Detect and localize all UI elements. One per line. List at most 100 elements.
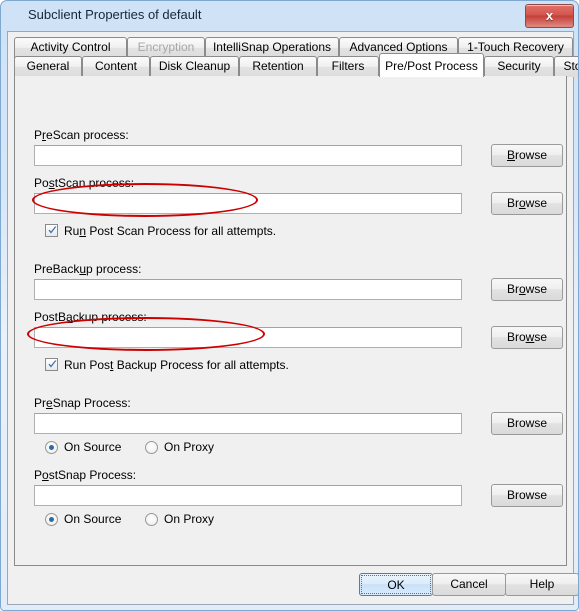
browse-text: Br xyxy=(506,282,519,296)
postscan-input[interactable] xyxy=(34,193,462,214)
postbackup-input[interactable] xyxy=(34,327,462,348)
tab-page-pre-post-process: PreScan process: Browse PostScan process… xyxy=(14,76,567,566)
tab-intellisnap-operations[interactable]: IntelliSnap Operations xyxy=(205,37,339,58)
browse-text-2: rowse xyxy=(515,148,548,162)
postsnap-label-text: P xyxy=(34,468,43,482)
presnap-label: PreSnap Process: xyxy=(34,396,131,410)
title-bar: Subclient Properties of default x xyxy=(1,1,578,31)
tab-label: Security xyxy=(497,59,541,73)
tab-label: Pre/Post Process xyxy=(385,59,478,73)
accel-char: o xyxy=(518,196,526,210)
label-text-2: Backup Process for all attempts. xyxy=(113,358,289,372)
tab-label: Encryption xyxy=(137,40,195,54)
browse-text: Br xyxy=(506,196,519,210)
tab-encryption: Encryption xyxy=(127,37,205,58)
tab-label: General xyxy=(26,59,70,73)
prescan-label-text-2: eScan process: xyxy=(46,128,129,142)
run-post-scan-label: Run Post Scan Process for all attempts. xyxy=(64,223,276,239)
dialog-client-area: Activity Control Encryption IntelliSnap … xyxy=(7,31,578,605)
prebackup-label-text: PreBack xyxy=(34,262,80,276)
cancel-button[interactable]: Cancel xyxy=(432,573,506,596)
postbackup-label-text-2: ckup process: xyxy=(72,310,147,324)
tab-pre-post-process[interactable]: Pre/Post Process xyxy=(379,53,484,77)
prebackup-label-text-2: p process: xyxy=(86,262,142,276)
browse-text-2: wse xyxy=(525,282,548,296)
ok-button-label: OK xyxy=(361,575,431,594)
browse-text-2: wse xyxy=(525,196,548,210)
cancel-button-label: Cancel xyxy=(450,577,488,591)
tab-label: IntelliSnap Operations xyxy=(212,40,332,54)
radio-label: On Source xyxy=(64,512,122,526)
radio-label: On Proxy xyxy=(164,512,215,526)
postscan-label-text-2: tScan process: xyxy=(54,176,135,190)
tab-label: Filters xyxy=(331,59,365,73)
close-icon: x xyxy=(545,8,554,23)
prescan-browse-button[interactable]: Browse xyxy=(491,144,563,167)
tab-label: Retention xyxy=(252,59,304,73)
radio-indicator[interactable] xyxy=(45,441,58,454)
prebackup-browse-button[interactable]: Browse xyxy=(491,278,563,301)
run-post-backup-checkbox[interactable] xyxy=(45,358,58,371)
presnap-label-text-2: Snap Process: xyxy=(52,396,131,410)
tab-label: Activity Control xyxy=(30,40,111,54)
tab-label: Storage Device xyxy=(563,59,578,73)
presnap-label-text: Pr xyxy=(34,396,46,410)
radio-indicator[interactable] xyxy=(45,513,58,526)
postscan-label: PostScan process: xyxy=(34,176,134,190)
postbackup-browse-button[interactable]: Browse xyxy=(491,326,563,349)
accel-char: o xyxy=(42,468,49,482)
dialog-window: Subclient Properties of default x Activi… xyxy=(0,0,579,611)
help-button[interactable]: Help xyxy=(505,573,578,596)
label-text: Ru xyxy=(64,224,80,238)
browse-text: Browse xyxy=(506,416,547,430)
radio-indicator[interactable] xyxy=(145,513,158,526)
tab-label: Advanced Options xyxy=(349,40,448,54)
presnap-browse-button[interactable]: Browse xyxy=(491,412,563,435)
window-title: Subclient Properties of default xyxy=(28,7,202,22)
postsnap-browse-button[interactable]: Browse xyxy=(491,484,563,507)
accel-char: o xyxy=(518,282,526,296)
tab-storage-device[interactable]: Storage Device xyxy=(554,56,578,77)
tab-security[interactable]: Security xyxy=(484,56,554,77)
postsnap-label: PostSnap Process: xyxy=(34,468,136,482)
checkmark-icon xyxy=(48,226,57,234)
run-post-backup-label: Run Post Backup Process for all attempts… xyxy=(64,357,289,373)
prescan-label: PreScan process: xyxy=(34,128,129,142)
prebackup-input[interactable] xyxy=(34,279,462,300)
accel-char: e xyxy=(46,396,53,410)
tab-content[interactable]: Content xyxy=(82,56,150,77)
browse-text: Browse xyxy=(506,488,547,502)
close-window-button[interactable]: x xyxy=(525,4,574,28)
radio-indicator[interactable] xyxy=(145,441,158,454)
postscan-browse-button[interactable]: Browse xyxy=(491,192,563,215)
tab-label: Disk Cleanup xyxy=(158,59,231,73)
postsnap-radio-group: On Source On Proxy xyxy=(45,512,265,528)
accel-char: a xyxy=(66,310,73,324)
tab-label: 1-Touch Recovery xyxy=(467,40,564,54)
postsnap-label-text-2: stSnap Process: xyxy=(48,468,137,482)
accel-char: B xyxy=(506,148,515,162)
ok-button[interactable]: OK xyxy=(359,573,433,596)
radio-label: On Proxy xyxy=(164,440,215,454)
label-text: Run Pos xyxy=(64,358,111,372)
tab-retention[interactable]: Retention xyxy=(239,56,317,77)
prescan-input[interactable] xyxy=(34,145,462,166)
run-post-scan-checkbox[interactable] xyxy=(45,224,58,237)
browse-text: Bro xyxy=(506,330,526,344)
presnap-input[interactable] xyxy=(34,413,462,434)
help-button-label: Help xyxy=(529,577,555,591)
tab-activity-control[interactable]: Activity Control xyxy=(14,37,127,58)
browse-text-2: se xyxy=(534,330,548,344)
presnap-radio-group: On Source On Proxy xyxy=(45,440,265,456)
postsnap-input[interactable] xyxy=(34,485,462,506)
tab-disk-cleanup[interactable]: Disk Cleanup xyxy=(150,56,239,77)
label-text-2: Post Scan Process for all attempts. xyxy=(86,224,277,238)
prebackup-label: PreBackup process: xyxy=(34,262,141,276)
checkmark-icon xyxy=(48,360,57,368)
tab-label: Content xyxy=(94,59,138,73)
tab-filters[interactable]: Filters xyxy=(317,56,379,77)
radio-label: On Source xyxy=(64,440,122,454)
tab-general[interactable]: General xyxy=(14,56,82,77)
prescan-label-text: P xyxy=(34,128,43,142)
postbackup-label: PostBackup process: xyxy=(34,310,147,324)
